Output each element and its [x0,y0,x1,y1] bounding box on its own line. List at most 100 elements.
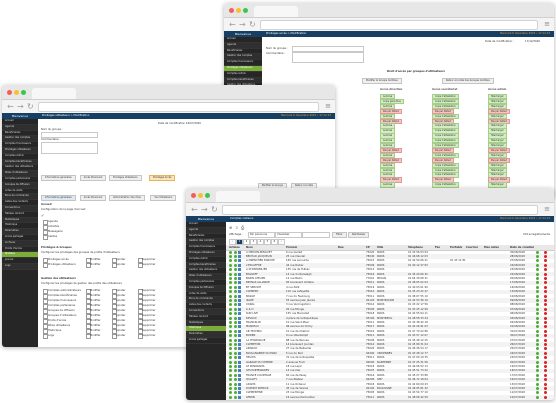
row-checkbox[interactable] [43,299,48,304]
edit-icon[interactable] [238,250,241,254]
edit-icon[interactable] [238,255,241,259]
delete-icon[interactable] [544,395,547,399]
back-arrow-icon[interactable]: ← [229,20,236,29]
sidebar-item[interactable]: Accès partagés [186,338,226,344]
column-header[interactable]: Date de création [510,246,534,249]
close-window-icon[interactable] [7,90,12,95]
forward-arrow-icon[interactable]: → [201,205,208,214]
minimize-window-icon[interactable] [236,8,241,13]
row-checkbox[interactable] [43,319,48,324]
edit-icon[interactable] [238,365,241,369]
edit-icon[interactable] [238,312,241,316]
delete-icon[interactable] [544,369,547,373]
edit-icon[interactable] [238,299,241,303]
edit-icon[interactable] [238,285,241,289]
delete-icon[interactable] [544,360,547,364]
comment-textarea[interactable] [41,142,98,154]
delete-icon[interactable] [544,294,547,298]
delete-icon[interactable] [544,356,547,360]
edit-icon[interactable] [238,373,241,377]
edit-icon[interactable] [238,281,241,285]
tab-2[interactable]: Privilèges utilisateurs [108,175,142,181]
delete-icon[interactable] [544,303,547,307]
url-input[interactable] [38,102,319,112]
delete-icon[interactable] [544,334,547,338]
maximize-window-icon[interactable] [21,90,26,95]
delete-icon[interactable] [544,281,547,285]
edit-icon[interactable] [238,382,241,386]
edit-icon[interactable] [238,391,241,395]
accueil-checkbox[interactable] [43,220,48,225]
accueil-checkbox[interactable] [43,230,48,235]
delete-icon[interactable] [544,285,547,289]
row-checkbox[interactable] [43,309,48,314]
filter-select[interactable]: Par personne [248,232,275,238]
reload-icon[interactable]: ↻ [211,205,218,214]
edit-icon[interactable] [238,268,241,272]
view-select[interactable]: Visualiser [275,232,302,238]
edit-icon[interactable] [238,272,241,276]
delete-icon[interactable] [544,263,547,267]
delete-icon[interactable] [544,255,547,259]
delete-icon[interactable] [544,373,547,377]
minimize-window-icon[interactable] [14,90,19,95]
row-checkbox[interactable] [43,263,48,268]
delete-icon[interactable] [544,316,547,320]
maximize-window-icon[interactable] [205,193,210,198]
edit-icon[interactable] [238,307,241,311]
delete-icon[interactable] [544,378,547,382]
forward-arrow-icon[interactable]: → [17,102,24,111]
delete-icon[interactable] [544,259,547,263]
edit-icon[interactable] [238,290,241,294]
edit-icon[interactable] [238,351,241,355]
column-header[interactable]: Portable [450,246,462,249]
delete-icon[interactable] [544,307,547,311]
column-header[interactable]: Actions [229,246,240,249]
url-input[interactable] [260,20,538,30]
edit-icon[interactable] [238,378,241,382]
edit-icon[interactable] [238,338,241,342]
column-header[interactable]: Prénom [286,246,297,249]
edit-icon[interactable] [238,395,241,399]
edit-icon[interactable] [238,356,241,360]
delete-icon[interactable] [544,391,547,395]
reset-button[interactable]: Réinitialiser [348,232,370,238]
export-icon[interactable]: ⇩ [235,225,238,230]
close-window-icon[interactable] [191,193,196,198]
row-checkbox[interactable] [43,329,48,334]
delete-icon[interactable] [544,290,547,294]
delete-icon[interactable] [544,338,547,342]
delete-icon[interactable] [544,351,547,355]
browser-tab[interactable] [254,6,298,17]
reload-icon[interactable]: ↻ [27,102,34,111]
accueil-checkbox[interactable] [43,235,48,240]
tab-0[interactable]: Informations générales [41,175,76,181]
close-window-icon[interactable] [229,8,234,13]
edit-icon[interactable] [238,303,241,307]
lower-tab-2[interactable]: Administration des rôles [108,195,145,201]
delete-icon[interactable] [544,343,547,347]
row-checkbox[interactable] [43,314,48,319]
row-checkbox[interactable] [43,324,48,329]
search-input[interactable] [302,232,330,238]
back-arrow-icon[interactable]: ← [191,205,198,214]
accueil-checkbox[interactable] [43,225,48,230]
edit-icon[interactable] [238,316,241,320]
row-checkbox[interactable] [43,334,48,339]
column-header[interactable]: Courrier [466,246,478,249]
edit-icon[interactable] [238,369,241,373]
print-icon[interactable]: ⎙ [241,225,244,230]
edit-icon[interactable] [238,334,241,338]
edit-icon[interactable] [238,387,241,391]
delete-icon[interactable] [544,325,547,329]
column-header[interactable]: Rue [338,246,344,249]
back-to-role-groups-button[interactable]: Retour à la liste des Groupes de Rôles [442,78,494,84]
lower-tab-1[interactable]: Accès Personnel [79,195,107,201]
delete-icon[interactable] [544,382,547,386]
edit-icon[interactable] [238,360,241,364]
edit-icon[interactable] [238,329,241,333]
maximize-window-icon[interactable] [243,8,248,13]
lower-tab-0[interactable]: Informations générales [41,195,76,201]
minimize-window-icon[interactable] [198,193,203,198]
browser-tab[interactable] [32,88,76,99]
